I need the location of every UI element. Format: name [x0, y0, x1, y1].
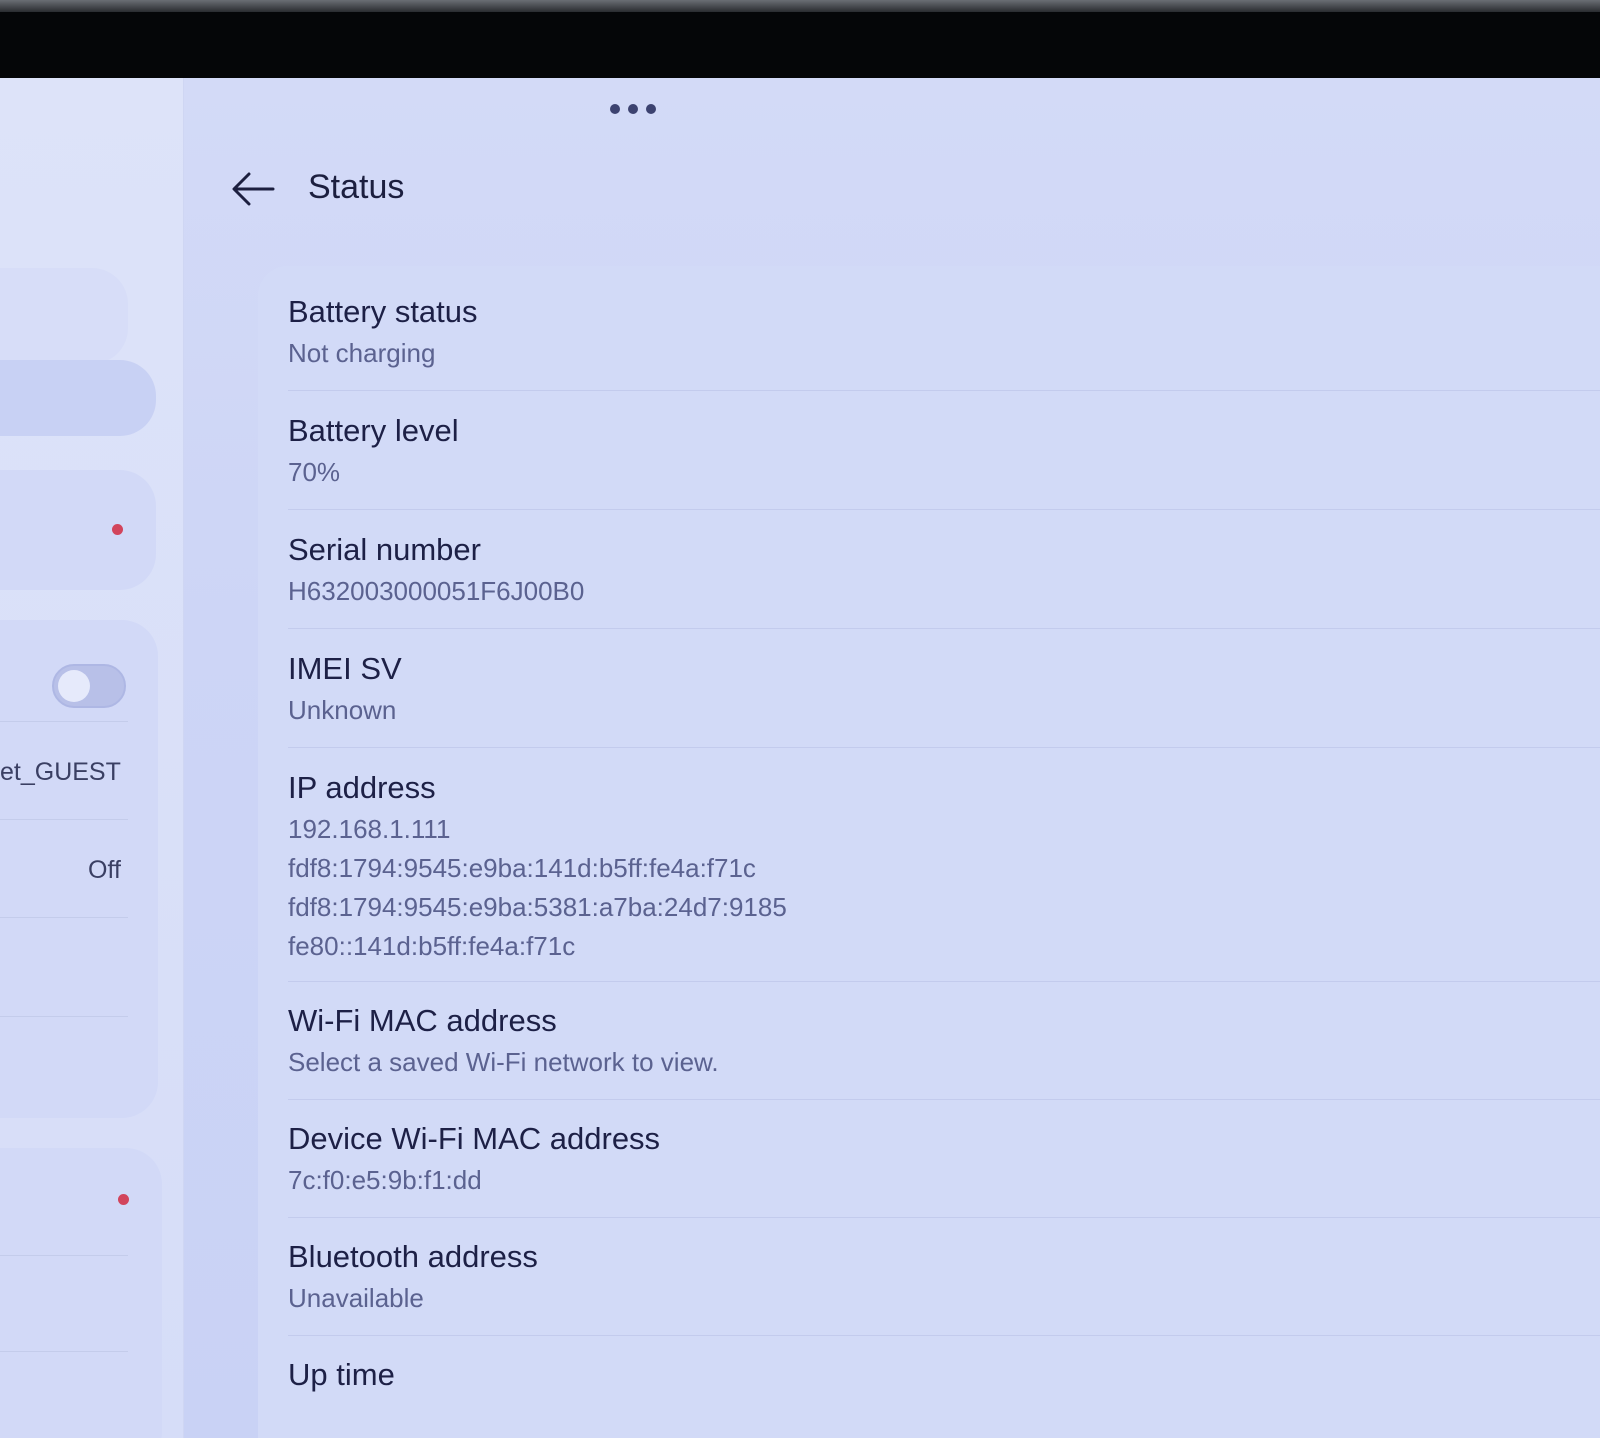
back-button[interactable]: [228, 164, 278, 214]
divider: [288, 628, 1600, 629]
row-value: Select a saved Wi-Fi network to view.: [288, 1047, 719, 1077]
status-row-up-time[interactable]: Up time: [288, 1355, 1600, 1395]
row-value: fdf8:1794:9545:e9ba:5381:a7ba:24d7:9185: [288, 892, 787, 922]
settings-list-pane: et_GUEST Off: [0, 78, 184, 1438]
row-title: Battery level: [288, 413, 459, 448]
network-name-label[interactable]: et_GUEST: [0, 758, 121, 787]
more-dots-icon[interactable]: [610, 104, 656, 114]
arrow-left-icon: [232, 172, 275, 206]
dot: [646, 104, 656, 114]
row-value: H632003000051F6J00B0: [288, 576, 585, 606]
row-value: Not charging: [288, 338, 436, 368]
row-title: Device Wi-Fi MAC address: [288, 1121, 661, 1156]
status-row-device-wifi-mac[interactable]: Device Wi-Fi MAC address 7c:f0:e5:9b:f1:…: [288, 1119, 1600, 1200]
status-row-bluetooth-address[interactable]: Bluetooth address Unavailable: [288, 1237, 1600, 1318]
divider: [0, 1351, 128, 1352]
row-value: 192.168.1.111: [288, 814, 451, 844]
divider: [0, 1255, 128, 1256]
row-value: 7c:f0:e5:9b:f1:dd: [288, 1165, 482, 1195]
row-title: IMEI SV: [288, 651, 402, 686]
divider: [288, 1217, 1600, 1218]
status-row-ip-address[interactable]: IP address 192.168.1.111 fdf8:1794:9545:…: [288, 768, 1600, 966]
divider: [288, 1099, 1600, 1100]
off-status-label[interactable]: Off: [88, 856, 121, 885]
row-value: Unknown: [288, 695, 397, 725]
divider: [0, 721, 128, 722]
row-value: 70%: [288, 457, 341, 487]
status-row-imei-sv[interactable]: IMEI SV Unknown: [288, 649, 1600, 730]
toggle-knob: [58, 670, 90, 702]
status-row-serial-number[interactable]: Serial number H632003000051F6J00B0: [288, 530, 1600, 611]
divider: [288, 981, 1600, 982]
divider: [288, 747, 1600, 748]
screen: et_GUEST Off Status Battery status Not c…: [0, 78, 1600, 1438]
status-row-wifi-mac[interactable]: Wi-Fi MAC address Select a saved Wi-Fi n…: [288, 1001, 1600, 1082]
device-bezel-edge: [0, 0, 1600, 12]
status-row-battery-status[interactable]: Battery status Not charging: [288, 292, 1600, 373]
row-value: fdf8:1794:9545:e9ba:141d:b5ff:fe4a:f71c: [288, 853, 756, 883]
dot: [610, 104, 620, 114]
row-title: Serial number: [288, 532, 481, 567]
dot: [628, 104, 638, 114]
settings-card-with-badge[interactable]: [0, 1148, 162, 1438]
divider: [288, 390, 1600, 391]
row-title: Wi-Fi MAC address: [288, 1003, 557, 1038]
row-value: Unavailable: [288, 1283, 424, 1313]
device-bezel: [0, 12, 1600, 78]
row-value: fe80::141d:b5ff:fe4a:f71c: [288, 931, 576, 961]
divider: [0, 917, 128, 918]
row-title: Battery status: [288, 294, 478, 329]
row-title: IP address: [288, 770, 436, 805]
divider: [0, 1016, 128, 1017]
row-title: Up time: [288, 1357, 395, 1392]
settings-card-with-badge[interactable]: [0, 470, 156, 590]
notification-dot-icon: [112, 524, 123, 535]
settings-item-selected[interactable]: [0, 360, 156, 436]
wifi-toggle[interactable]: [52, 664, 126, 708]
divider: [288, 509, 1600, 510]
page-title: Status: [308, 168, 405, 206]
settings-card[interactable]: [0, 268, 128, 364]
row-title: Bluetooth address: [288, 1239, 538, 1274]
status-row-battery-level[interactable]: Battery level 70%: [288, 411, 1600, 492]
notification-dot-icon: [118, 1194, 129, 1205]
divider: [0, 819, 128, 820]
divider: [288, 1335, 1600, 1336]
